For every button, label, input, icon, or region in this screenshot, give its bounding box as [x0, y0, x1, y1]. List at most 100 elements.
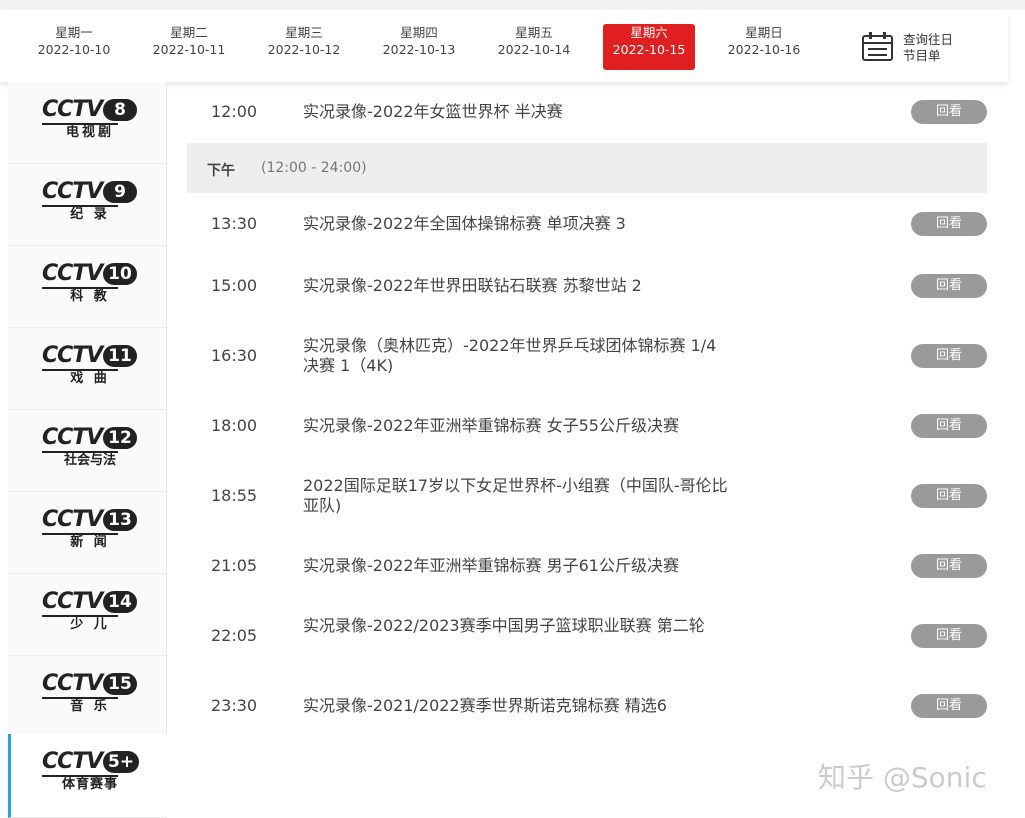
calendar-icon[interactable]: [862, 32, 894, 62]
date-bar: 星期一 2022-10-10 星期二 2022-10-11 星期三 2022-1…: [0, 12, 1008, 82]
logo-number: 12: [103, 427, 137, 449]
logo-channel-name: 电视剧: [65, 125, 114, 140]
replay-button[interactable]: 回看: [911, 484, 987, 508]
channel-logo: CCTV 12 社会与法: [42, 426, 138, 471]
logo-brand: CCTV: [42, 589, 103, 614]
program-title: 实况录像-2022年世界田联钻石联赛 苏黎世站 2: [303, 276, 642, 295]
channel-item-cctv12[interactable]: CCTV 12 社会与法: [8, 410, 167, 492]
logo-number: 9: [103, 181, 137, 203]
history-schedule-line2: 节目单: [903, 48, 941, 63]
logo-channel-name: 戏 曲: [70, 371, 110, 386]
logo-channel-name: 音 乐: [70, 699, 110, 714]
logo-channel-name: 纪 录: [70, 207, 110, 222]
program-title: 实况录像-2022年亚洲举重锦标赛 男子61公斤级决赛: [303, 556, 679, 575]
replay-button[interactable]: 回看: [911, 694, 987, 718]
day-tab-mon[interactable]: 星期一 2022-10-10: [28, 24, 120, 70]
logo-number: 15: [103, 673, 137, 695]
history-schedule-link[interactable]: 查询往日 节目单: [903, 32, 973, 64]
channel-logo: CCTV 10 科 教: [42, 262, 138, 307]
logo-brand: CCTV: [42, 179, 103, 204]
program-time: 23:30: [211, 696, 258, 715]
logo-channel-name: 新 闻: [70, 535, 110, 550]
channel-logo: CCTV 5+ 体育赛事: [42, 749, 140, 795]
channel-item-cctv13[interactable]: CCTV 13 新 闻: [8, 492, 167, 574]
day-date: 2022-10-14: [497, 42, 571, 57]
program-time: 16:30: [211, 346, 258, 365]
logo-brand: CCTV: [42, 507, 103, 532]
calendar-body: [862, 35, 893, 61]
logo-number: 8: [103, 99, 137, 121]
day-date: 2022-10-13: [382, 42, 456, 57]
program-time: 18:55: [211, 486, 258, 505]
logo-brand: CCTV: [42, 425, 103, 450]
day-date: 2022-10-12: [267, 42, 341, 57]
logo-brand: CCTV: [42, 343, 103, 368]
replay-button[interactable]: 回看: [911, 212, 987, 236]
program-title: 实况录像-2022/2023赛季中国男子篮球职业联赛 第二轮: [303, 616, 705, 635]
logo-brand: CCTV: [42, 749, 103, 774]
logo-brand: CCTV: [42, 261, 103, 286]
replay-button[interactable]: 回看: [911, 100, 987, 124]
logo-channel-name: 科 教: [70, 289, 110, 304]
section-range: (12:00 - 24:00): [261, 160, 367, 176]
program-title: 实况录像-2021/2022赛季世界斯诺克锦标赛 精选6: [303, 696, 667, 715]
logo-channel-name: 少 儿: [70, 617, 110, 632]
channel-logo: CCTV 8 电视剧: [42, 98, 138, 143]
logo-channel-name: 社会与法: [63, 453, 116, 468]
program-title: 实况录像（奥林匹克）-2022年世界乒乓球团体锦标赛 1/4决赛 1（4K): [303, 336, 717, 375]
replay-button[interactable]: 回看: [911, 344, 987, 368]
channel-item-cctv5plus[interactable]: CCTV 5+ 体育赛事: [8, 734, 167, 818]
replay-button[interactable]: 回看: [911, 274, 987, 298]
logo-number: 14: [103, 591, 137, 613]
day-tab-tue[interactable]: 星期二 2022-10-11: [143, 24, 235, 70]
channel-logo: CCTV 14 少 儿: [42, 590, 138, 635]
day-weekday: 星期四: [400, 25, 438, 40]
program-time: 12:00: [211, 102, 258, 121]
channel-item-cctv9[interactable]: CCTV 9 纪 录: [8, 164, 167, 246]
logo-brand: CCTV: [42, 97, 103, 122]
channel-item-cctv15[interactable]: CCTV 15 音 乐: [8, 656, 167, 738]
day-tab-wed[interactable]: 星期三 2022-10-12: [258, 24, 350, 70]
channel-sidebar: CCTV 8 电视剧 CCTV 9 纪 录 CCTV 10 科 教 CCTV 1…: [8, 82, 167, 818]
top-strip: [0, 0, 1025, 10]
day-weekday: 星期三: [285, 25, 323, 40]
day-tab-fri[interactable]: 星期五 2022-10-14: [488, 24, 580, 70]
replay-button[interactable]: 回看: [911, 554, 987, 578]
program-time: 13:30: [211, 214, 258, 233]
history-schedule-line1: 查询往日: [903, 32, 954, 47]
day-weekday: 星期五: [515, 25, 553, 40]
day-tab-thu[interactable]: 星期四 2022-10-13: [373, 24, 465, 70]
logo-number: 13: [103, 509, 137, 531]
channel-logo: CCTV 13 新 闻: [42, 508, 138, 553]
logo-number: 11: [103, 345, 137, 367]
logo-number: 5+: [103, 751, 140, 773]
logo-brand: CCTV: [42, 671, 103, 696]
program-title: 2022国际足联17岁以下女足世界杯-小组赛（中国队-哥伦比亚队): [303, 476, 728, 515]
day-date: 2022-10-11: [152, 42, 226, 57]
program-title: 实况录像-2022年全国体操锦标赛 单项决赛 3: [303, 214, 626, 233]
program-time: 21:05: [211, 556, 258, 575]
watermark: 知乎 @Sonic: [818, 761, 987, 794]
day-date: 2022-10-10: [37, 42, 111, 57]
replay-button[interactable]: 回看: [911, 624, 987, 648]
program-time: 22:05: [211, 626, 258, 645]
program-time: 15:00: [211, 276, 258, 295]
day-date: 2022-10-15: [612, 42, 686, 57]
program-time: 18:00: [211, 416, 258, 435]
channel-item-cctv14[interactable]: CCTV 14 少 儿: [8, 574, 167, 656]
channel-logo: CCTV 11 戏 曲: [42, 344, 138, 389]
channel-logo: CCTV 9 纪 录: [42, 180, 138, 225]
day-weekday: 星期六: [630, 25, 668, 40]
day-tab-sat[interactable]: 星期六 2022-10-15: [603, 24, 695, 70]
channel-item-cctv10[interactable]: CCTV 10 科 教: [8, 246, 167, 328]
replay-button[interactable]: 回看: [911, 414, 987, 438]
day-weekday: 星期一: [55, 25, 93, 40]
day-date: 2022-10-16: [727, 42, 801, 57]
logo-number: 10: [103, 263, 137, 285]
channel-item-cctv8[interactable]: CCTV 8 电视剧: [8, 82, 167, 164]
channel-item-cctv11[interactable]: CCTV 11 戏 曲: [8, 328, 167, 410]
day-tab-sun[interactable]: 星期日 2022-10-16: [718, 24, 810, 70]
section-label: 下午: [207, 163, 235, 179]
channel-logo: CCTV 15 音 乐: [42, 672, 138, 717]
day-weekday: 星期日: [745, 25, 783, 40]
